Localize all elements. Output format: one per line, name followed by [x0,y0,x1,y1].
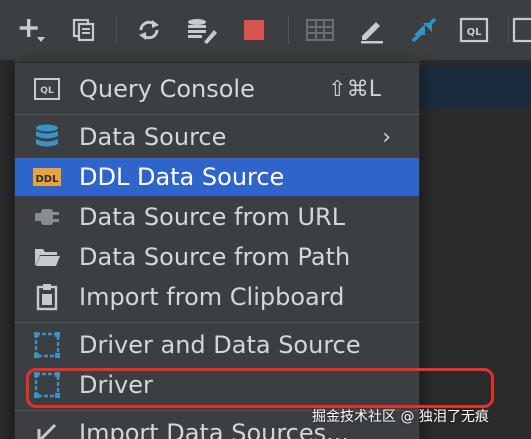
menu-item-label: Data Source from Path [79,243,351,271]
highlight-annotation [26,368,494,408]
menu-item-data-source-from-url[interactable]: Data Source from URL [15,198,419,236]
svg-text:QL: QL [467,27,483,38]
ddl-icon: DDL [15,158,79,196]
menu-item-ddl-data-source[interactable]: DDL DDL Data Source [15,158,419,196]
menu-item-label: Data Source [79,123,227,151]
stop-icon[interactable] [236,14,272,46]
import-icon [15,414,79,439]
menu-item-label: Data Source from URL [79,203,346,231]
database-icon [15,118,79,156]
duplicate-icon[interactable] [66,14,102,46]
menu-item-data-source[interactable]: Data Source › [15,118,419,156]
menu-item-data-source-from-path[interactable]: Data Source from Path [15,238,419,276]
toolbar-separator [116,16,117,44]
edit-icon[interactable] [354,14,390,46]
window-icon[interactable] [512,14,531,46]
console-icon: QL [15,70,79,108]
menu-item-query-console[interactable]: QL Query Console ⇧⌘L [15,70,419,108]
toolbar: QL [0,0,531,60]
svg-text:DDL: DDL [36,174,60,185]
menu-item-label: DDL Data Source [79,163,285,191]
table-icon[interactable] [302,14,338,46]
toolbar-separator [508,16,509,44]
add-icon[interactable] [14,14,50,46]
console-icon[interactable]: QL [456,14,492,46]
menu-item-label: Driver and Data Source [79,331,361,359]
shortcut-label: ⇧⌘L [328,76,381,102]
watermark: 掘金技术社区 @ 独泪了无痕 [312,409,489,425]
menu-separator [15,114,419,115]
menu-item-label: Import from Clipboard [79,283,345,311]
refresh-icon[interactable] [131,14,167,46]
chevron-right-icon: › [382,124,391,150]
side-panel [0,60,14,439]
menu-item-driver-and-data-source[interactable]: Driver and Data Source [15,326,419,364]
clipboard-icon [15,278,79,316]
driver-icon [15,326,79,364]
plug-icon [15,198,79,236]
toolbar-separator [288,16,289,44]
menu-item-import-from-clipboard[interactable]: Import from Clipboard [15,278,419,316]
properties-icon[interactable] [184,14,220,46]
folder-icon [15,238,79,276]
menu-separator [15,322,419,323]
editor-header [420,66,531,108]
svg-text:QL: QL [40,86,54,96]
jump-icon[interactable] [406,14,442,46]
ide-window: QL QL Query Console ⇧⌘L Data Source › DD… [0,0,531,439]
